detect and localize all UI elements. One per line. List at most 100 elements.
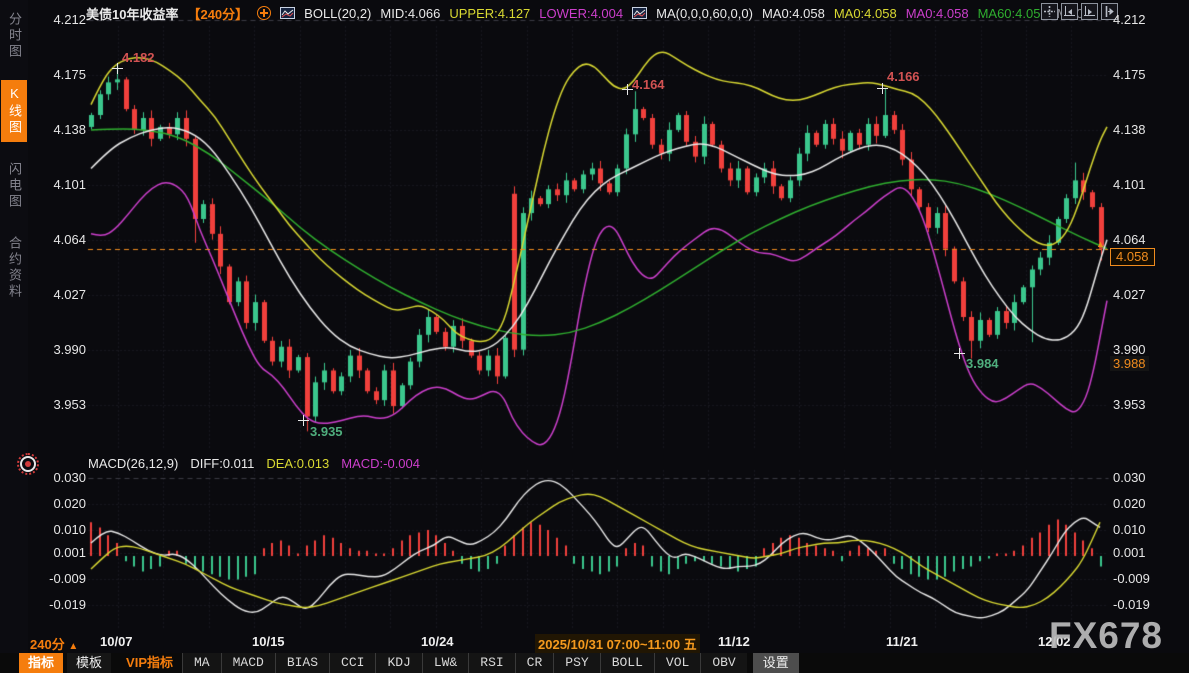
interval-label-text: 240分: [30, 637, 65, 652]
mini-chart-icon: [280, 7, 295, 19]
sidebar: 分时图 K线图闪电图合约资料: [0, 0, 28, 653]
toolbar-button-obv[interactable]: OBV: [700, 653, 746, 673]
price-label-left: 4.175: [34, 67, 86, 82]
price-label-right: 4.064: [1113, 232, 1146, 247]
macd-label-left: -0.019: [34, 597, 86, 612]
toolbar-button-psy[interactable]: PSY: [553, 653, 599, 673]
indicator-readout-2: BOLL(20,2): [304, 6, 371, 21]
indicator-readout-7: MA(0,0,0,60,0,0): [656, 6, 753, 21]
mini-chart-icon: [632, 7, 647, 19]
tab-contract-info[interactable]: 合约资料: [1, 230, 27, 306]
time-tick: 11/21: [886, 634, 918, 649]
crosshair-mark-icon: [622, 84, 633, 95]
time-tick: 10/15: [252, 634, 285, 649]
trading-terminal: 分时图K线图闪电图合约资料 美债10年收益率 【240分】 BOLL(20,2)…: [0, 0, 1189, 673]
toolbar-button-ma[interactable]: MA: [182, 653, 221, 673]
macd-readout-3: MACD:-0.004: [341, 456, 420, 471]
chart-canvas[interactable]: [0, 0, 1189, 673]
macd-label-right: 0.030: [1113, 470, 1146, 485]
indicator-readout-8: MA0:4.058: [762, 6, 825, 21]
macd-label-right: -0.019: [1113, 597, 1150, 612]
crosshair-mark-icon: [112, 63, 123, 74]
macd-label-left: 0.020: [34, 496, 86, 511]
interval-label[interactable]: 240分 ▲: [30, 634, 78, 653]
toolbar-button-kdj[interactable]: KDJ: [375, 653, 421, 673]
crosshair-mark-icon: [954, 348, 965, 359]
price-annotation: 4.182: [122, 50, 155, 65]
time-tick: 10/24: [421, 634, 454, 649]
price-label-right: 4.138: [1113, 122, 1146, 137]
toolbar-button-vol[interactable]: VOL: [654, 653, 700, 673]
crosshair-mark-icon: [298, 415, 309, 426]
toolbar-button-rsi[interactable]: RSI: [468, 653, 514, 673]
settings-button[interactable]: 设置: [753, 653, 799, 673]
macd-label-left: 0.010: [34, 522, 86, 537]
vip-indicator-tab[interactable]: VIP指标: [117, 653, 182, 673]
price-annotation: 3.935: [310, 424, 343, 439]
price-annotation: 3.984: [966, 356, 999, 371]
indicator-readout-11: MA60:4.057: [978, 6, 1048, 21]
price-label-right: 3.953: [1113, 397, 1146, 412]
template-tab[interactable]: 模板: [67, 653, 111, 673]
macd-label-left: -0.009: [34, 571, 86, 586]
macd-label-left: 0.030: [34, 470, 86, 485]
watermark: FX678: [1049, 615, 1163, 657]
last-price-marker-icon: ▲: [1096, 239, 1105, 249]
time-axis: 240分 ▲ 10/07 10/15 10/24 2025/10/31 07:00~1…: [0, 633, 1189, 653]
macd-label-right: 0.020: [1113, 496, 1146, 511]
bottom-toolbar: 指标模板 VIP指标MAMACDBIASCCIKDJLW&RSICRPSYBOLL…: [0, 653, 1189, 673]
macd-label-right: 0.010: [1113, 522, 1146, 537]
macd-label-right: 0.001: [1113, 545, 1146, 560]
price-annotation: 4.164: [632, 77, 665, 92]
axis-zoom-left-icon[interactable]: [1061, 3, 1078, 20]
move-crosshair-icon[interactable]: [1041, 3, 1058, 20]
crosshair-mark-icon: [877, 83, 888, 94]
price-label-left: 3.953: [34, 397, 86, 412]
toolbar-button-lw[interactable]: LW&: [422, 653, 468, 673]
chevron-up-icon: ▲: [68, 641, 78, 652]
indicator-readout-4: UPPER:4.127: [449, 6, 530, 21]
macd-readout-2: DEA:0.013: [266, 456, 329, 471]
price-label-right: 3.990: [1113, 342, 1146, 357]
indicator-readout-5: LOWER:4.004: [539, 6, 623, 21]
tab-minute-chart[interactable]: 分时图: [1, 6, 27, 66]
indicator-tab[interactable]: 指标: [19, 653, 63, 673]
toolbar-button-cr[interactable]: CR: [515, 653, 554, 673]
reference-price-badge: 3.988: [1110, 356, 1149, 371]
tab-kline-chart[interactable]: K线图: [1, 80, 27, 142]
toolbar-button-boll[interactable]: BOLL: [600, 653, 654, 673]
price-label-left: 4.064: [34, 232, 86, 247]
price-label-right: 4.027: [1113, 287, 1146, 302]
time-tick: 10/07: [100, 634, 133, 649]
price-label-right: 4.175: [1113, 67, 1146, 82]
macd-label-right: -0.009: [1113, 571, 1150, 586]
macd-label-left: 0.001: [34, 545, 86, 560]
interval-tag: 【240分】: [187, 4, 248, 23]
toolbar-button-macd[interactable]: MACD: [221, 653, 275, 673]
price-label-left: 3.990: [34, 342, 86, 357]
target-icon: [20, 456, 36, 472]
indicator-readout-10: MA0:4.058: [906, 6, 969, 21]
chart-header: 美债10年收益率 【240分】 BOLL(20,2)MID:4.066UPPER…: [86, 4, 1087, 22]
tab-flash-chart[interactable]: 闪电图: [1, 156, 27, 216]
circle-plus-icon[interactable]: [257, 6, 271, 20]
price-label-right: 4.101: [1113, 177, 1146, 192]
macd-readout-0: MACD(26,12,9): [88, 456, 178, 471]
price-label-left: 4.138: [34, 122, 86, 137]
crosshair-date-label: 2025/10/31 07:00~11:00 五: [535, 634, 700, 653]
toolbar-button-cci[interactable]: CCI: [329, 653, 375, 673]
indicator-readout-9: MA0:4.058: [834, 6, 897, 21]
price-annotation: 4.166: [887, 69, 920, 84]
price-label-left: 4.212: [34, 12, 86, 27]
price-label-left: 4.027: [34, 287, 86, 302]
price-label-left: 4.101: [34, 177, 86, 192]
indicator-readout-3: MID:4.066: [380, 6, 440, 21]
macd-readout-1: DIFF:0.011: [190, 456, 254, 471]
time-tick: 11/12: [718, 634, 750, 649]
toolbar-button-bias[interactable]: BIAS: [275, 653, 329, 673]
window-icons: [1041, 3, 1118, 20]
last-price-badge: 4.058: [1110, 248, 1155, 266]
macd-header: MACD(26,12,9) DIFF:0.011 DEA:0.013 MACD:-0.…: [88, 456, 420, 471]
axis-zoom-right-icon[interactable]: [1081, 3, 1098, 20]
price-label-right: 4.212: [1113, 12, 1146, 27]
